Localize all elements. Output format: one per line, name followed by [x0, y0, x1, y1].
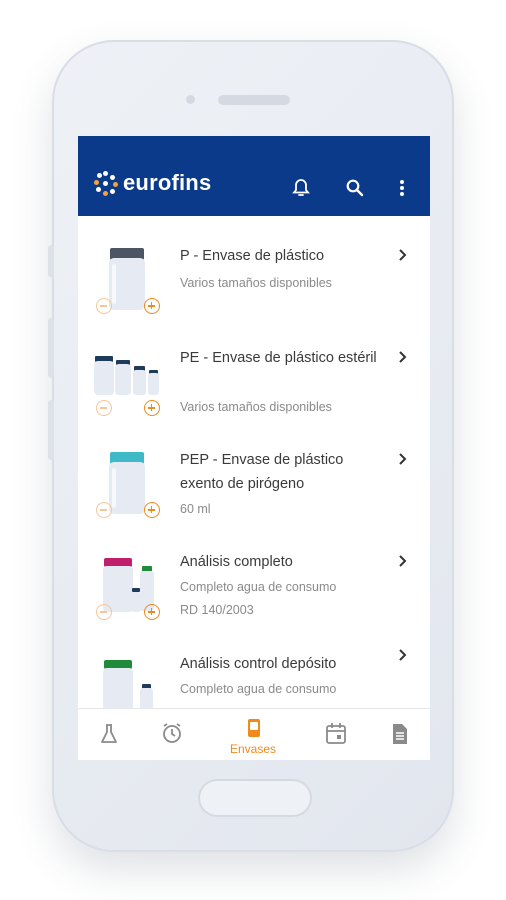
logo-mark-icon: [94, 171, 118, 196]
chevron-right-icon[interactable]: [396, 452, 410, 466]
item-title: Análisis control depósito: [180, 656, 337, 672]
decrease-quantity-button[interactable]: [96, 604, 112, 620]
brand-name: eurofins: [123, 170, 212, 195]
list-item[interactable]: PE - Envase de plástico estéril Varios t…: [78, 330, 430, 432]
chevron-right-icon[interactable]: [396, 554, 410, 568]
item-title: PEP - Envase de plástico exento de piróg…: [180, 452, 344, 492]
chevron-right-icon[interactable]: [396, 350, 410, 364]
chevron-right-icon[interactable]: [396, 648, 410, 662]
bottle-set-image: [103, 558, 154, 612]
alarm-icon[interactable]: [157, 721, 187, 747]
bottle-image: [109, 248, 145, 310]
side-button: [48, 400, 54, 460]
item-title: P - Envase de plástico: [180, 248, 325, 264]
chevron-right-icon[interactable]: [396, 248, 410, 262]
bell-icon[interactable]: [289, 176, 313, 200]
more-vert-icon[interactable]: [390, 176, 414, 200]
bottom-navigation: Envases: [78, 708, 430, 760]
item-subtitle: Varios tamaños disponibles: [180, 400, 332, 414]
list-item[interactable]: Análisis completo Completo agua de consu…: [78, 534, 430, 636]
bottle-set-image: [94, 356, 159, 395]
increase-quantity-button[interactable]: [144, 604, 160, 620]
app-bar: eurofins: [78, 136, 430, 216]
home-button[interactable]: [198, 779, 312, 817]
document-icon[interactable]: [384, 721, 414, 747]
front-camera: [186, 95, 195, 104]
increase-quantity-button[interactable]: [144, 502, 160, 518]
speaker-grille: [218, 95, 290, 105]
container-list: P - Envase de plástico Varios tamaños di…: [78, 216, 430, 708]
item-subtitle: Completo agua de consumo: [180, 580, 337, 594]
decrease-quantity-button[interactable]: [96, 298, 112, 314]
app-screen: eurofins P - Envase de plástico Varios t…: [78, 136, 430, 760]
bottle-set-image: [103, 660, 153, 708]
nav-label-envases[interactable]: Envases: [230, 742, 276, 756]
bottle-image: [109, 452, 145, 514]
decrease-quantity-button[interactable]: [96, 400, 112, 416]
side-button: [48, 318, 54, 378]
side-button: [48, 245, 54, 277]
increase-quantity-button[interactable]: [144, 400, 160, 416]
eurofins-logo: eurofins: [94, 170, 211, 196]
item-subtitle-secondary: RD 140/2003: [180, 603, 254, 617]
decrease-quantity-button[interactable]: [96, 502, 112, 518]
search-icon[interactable]: [343, 176, 367, 200]
list-item[interactable]: P - Envase de plástico Varios tamaños di…: [78, 228, 430, 330]
list-item[interactable]: PEP - Envase de plástico exento de piróg…: [78, 432, 430, 534]
item-title: Análisis completo: [180, 554, 293, 570]
item-subtitle: Varios tamaños disponibles: [180, 276, 332, 290]
increase-quantity-button[interactable]: [144, 298, 160, 314]
flask-icon[interactable]: [94, 721, 124, 747]
item-subtitle: 60 ml: [180, 502, 211, 516]
item-subtitle: Completo agua de consumo: [180, 682, 337, 696]
item-title: PE - Envase de plástico estéril: [180, 350, 377, 366]
calendar-icon[interactable]: [321, 721, 351, 747]
list-item[interactable]: Análisis control depósito Completo agua …: [78, 636, 430, 708]
container-icon[interactable]: [239, 717, 269, 743]
